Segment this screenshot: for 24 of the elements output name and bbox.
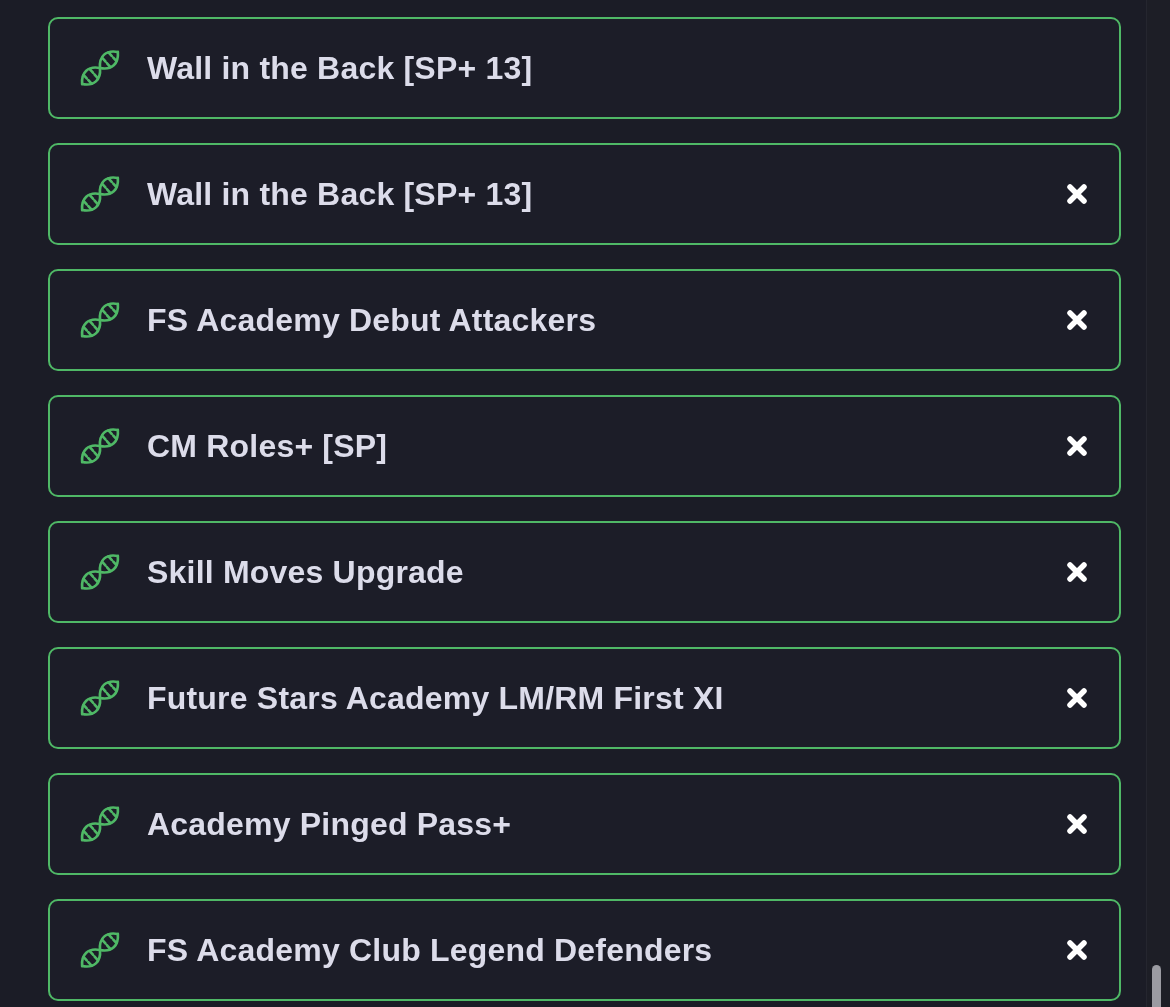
scrollbar-thumb[interactable] (1152, 965, 1161, 1007)
evolution-card[interactable]: FS Academy Debut Attackers (48, 269, 1121, 371)
evolution-card[interactable]: Wall in the Back [SP+ 13] (48, 143, 1121, 245)
close-icon[interactable] (1065, 938, 1089, 962)
evolution-card[interactable]: Academy Pinged Pass+ (48, 773, 1121, 875)
close-icon[interactable] (1065, 560, 1089, 584)
evolution-card[interactable]: CM Roles+ [SP] (48, 395, 1121, 497)
evolution-card[interactable]: Skill Moves Upgrade (48, 521, 1121, 623)
evolution-title: FS Academy Club Legend Defenders (147, 931, 714, 969)
evolution-title: Skill Moves Upgrade (147, 553, 465, 591)
evolution-title: CM Roles+ [SP] (147, 427, 389, 465)
evolution-title: Wall in the Back [SP+ 13] (147, 49, 534, 87)
evolution-title: Wall in the Back [SP+ 13] (147, 175, 534, 213)
evolution-title: Academy Pinged Pass+ (147, 805, 513, 843)
close-icon[interactable] (1065, 434, 1089, 458)
evolution-title: FS Academy Debut Attackers (147, 301, 598, 339)
evolution-card[interactable]: Wall in the Back [SP+ 13] (48, 17, 1121, 119)
evolution-card[interactable]: FS Academy Club Legend Defenders (48, 899, 1121, 1001)
close-icon[interactable] (1065, 686, 1089, 710)
close-icon[interactable] (1065, 812, 1089, 836)
evolution-card[interactable]: Future Stars Academy LM/RM First XI (48, 647, 1121, 749)
evolution-title: Future Stars Academy LM/RM First XI (147, 679, 725, 717)
close-icon[interactable] (1065, 182, 1089, 206)
close-icon[interactable] (1065, 308, 1089, 332)
